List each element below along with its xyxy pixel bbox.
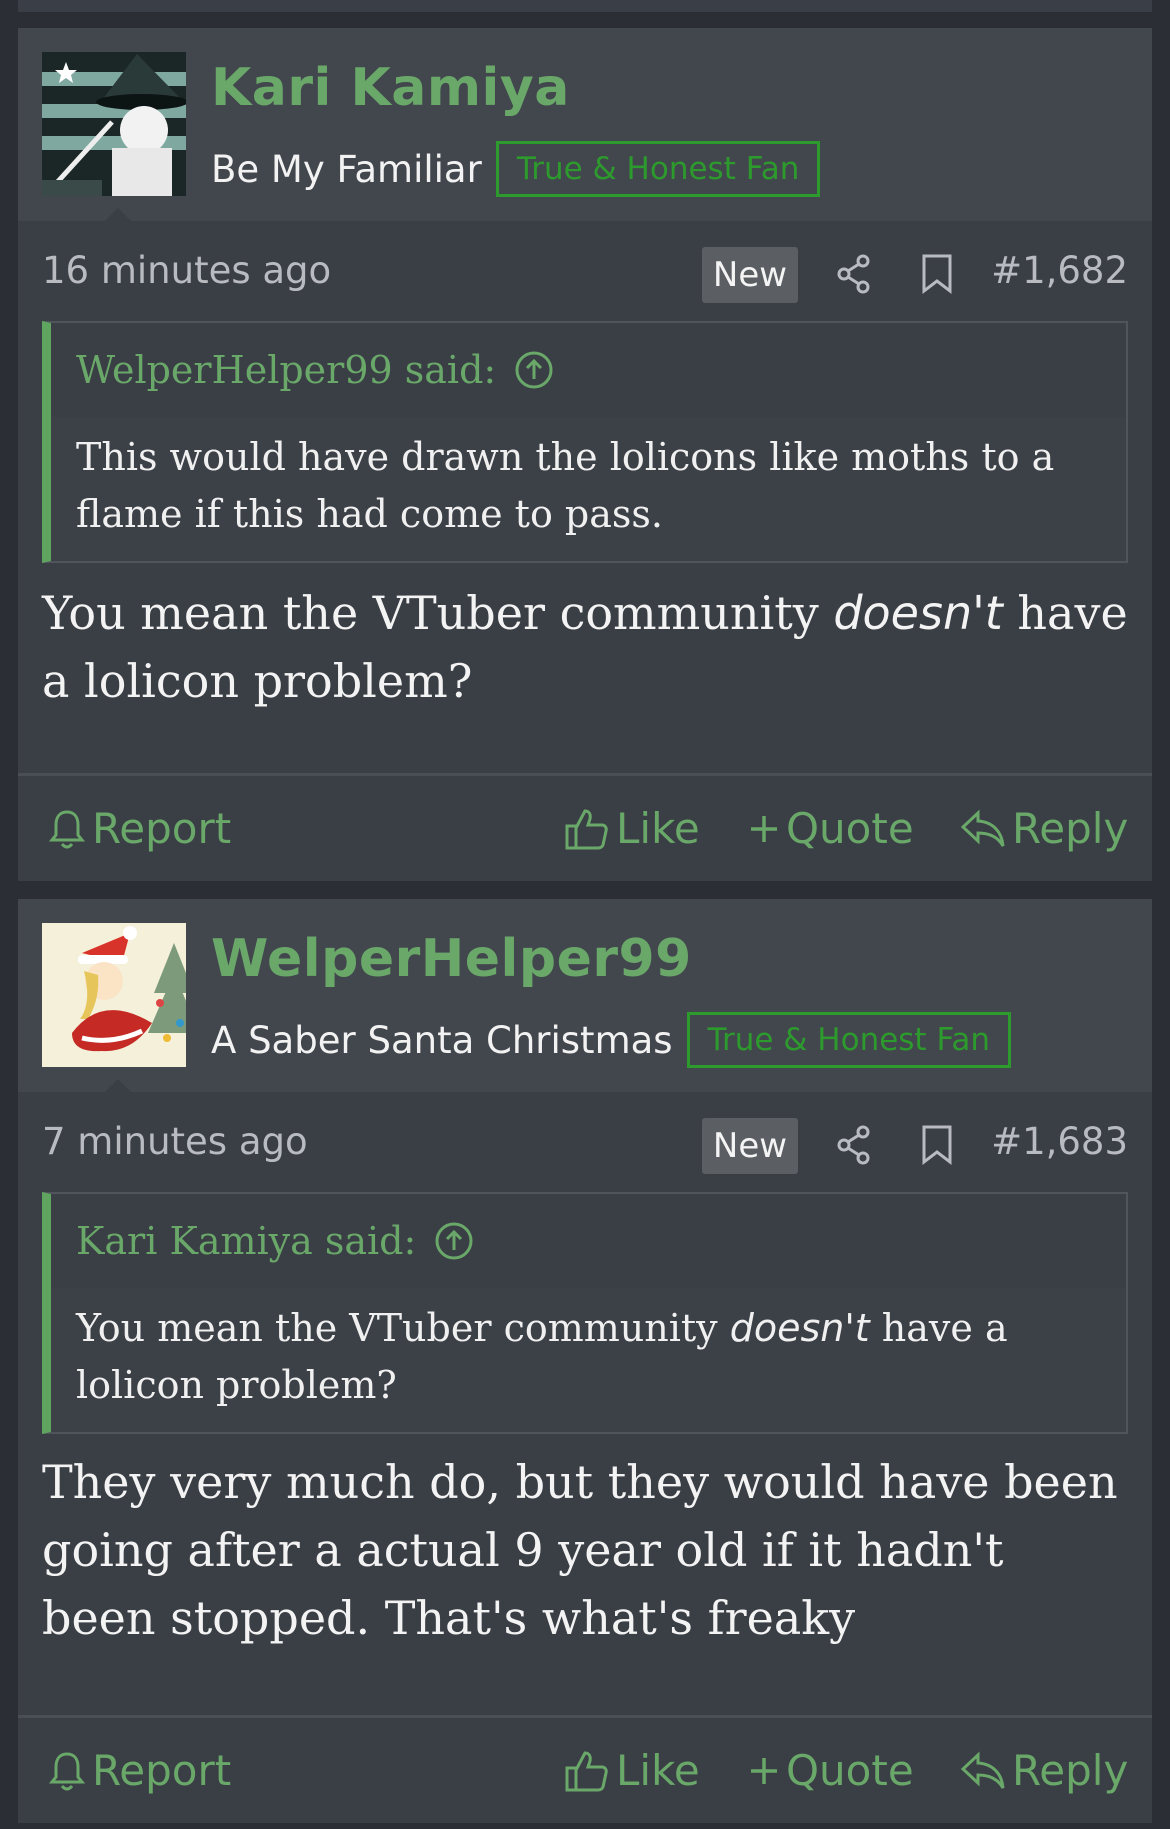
post-timestamp[interactable]: 16 minutes ago bbox=[42, 249, 331, 292]
user-title-row: Be My Familiar True & Honest Fan bbox=[211, 136, 821, 202]
header-pointer bbox=[104, 1079, 132, 1093]
avatar-image bbox=[42, 52, 186, 196]
quote-author-said: Kari Kamiya said: bbox=[76, 1219, 417, 1263]
post-header: Kari Kamiya Be My Familiar True & Honest… bbox=[18, 28, 1152, 222]
body-text-pre: You mean the VTuber community bbox=[42, 586, 834, 640]
like-button[interactable]: Like bbox=[564, 1718, 700, 1823]
quote-attribution[interactable]: Kari Kamiya said: bbox=[51, 1194, 1126, 1288]
quote-button[interactable]: Quote bbox=[748, 776, 914, 881]
bell-icon bbox=[48, 809, 86, 848]
post-actions: Report Like Quote Reply bbox=[18, 1715, 1152, 1823]
share-icon[interactable] bbox=[836, 1125, 872, 1169]
user-banner-badge: True & Honest Fan bbox=[495, 141, 821, 197]
reply-label: Reply bbox=[1012, 804, 1129, 853]
up-arrow-circle-icon[interactable] bbox=[434, 1221, 474, 1261]
post-meta-row: 7 minutes ago New #1,683 bbox=[18, 1092, 1152, 1192]
post-timestamp[interactable]: 7 minutes ago bbox=[42, 1120, 308, 1163]
plus-icon bbox=[751, 1757, 777, 1784]
like-label: Like bbox=[616, 1746, 700, 1795]
post-actions: Report Like Quote Reply bbox=[18, 773, 1152, 881]
post-body: You mean the VTuber community doesn't ha… bbox=[18, 563, 1152, 715]
user-title: Be My Familiar bbox=[211, 147, 482, 191]
like-button[interactable]: Like bbox=[564, 776, 700, 881]
report-button[interactable]: Report bbox=[48, 776, 231, 881]
like-label: Like bbox=[616, 804, 700, 853]
quote-line-2: flame if this had come to pass. bbox=[76, 492, 663, 536]
report-button[interactable]: Report bbox=[48, 1718, 231, 1823]
bookmark-icon[interactable] bbox=[921, 253, 953, 299]
avatar-image bbox=[42, 923, 186, 1067]
quote-attribution[interactable]: WelperHelper99 said: bbox=[51, 323, 1126, 417]
quote-text: You mean the VTuber community doesn't ha… bbox=[51, 1288, 1126, 1432]
quote-block: WelperHelper99 said: This would have dra… bbox=[42, 321, 1128, 563]
reply-arrow-icon bbox=[960, 1751, 1005, 1789]
post-number[interactable]: #1,683 bbox=[991, 1120, 1128, 1163]
quote-label: Quote bbox=[786, 1746, 914, 1795]
share-icon[interactable] bbox=[836, 254, 872, 298]
user-banner-badge: True & Honest Fan bbox=[686, 1012, 1012, 1068]
user-title: A Saber Santa Christmas bbox=[211, 1018, 673, 1062]
username[interactable]: Kari Kamiya bbox=[211, 58, 570, 118]
post-body: They very much do, but they would have b… bbox=[18, 1434, 1152, 1652]
reply-button[interactable]: Reply bbox=[960, 1718, 1128, 1823]
post-1682: Kari Kamiya Be My Familiar True & Honest… bbox=[18, 28, 1152, 881]
thumbs-up-icon bbox=[565, 1750, 608, 1791]
post-meta-row: 16 minutes ago New #1,682 bbox=[18, 221, 1152, 321]
quote-line-1: This would have drawn the lolicons like … bbox=[76, 435, 1055, 479]
reply-arrow-icon bbox=[960, 809, 1005, 847]
quote-label: Quote bbox=[786, 804, 914, 853]
user-title-row: A Saber Santa Christmas True & Honest Fa… bbox=[211, 1007, 1012, 1073]
quote-text: This would have drawn the lolicons like … bbox=[51, 417, 1126, 561]
quote-text-pre: You mean the VTuber community bbox=[76, 1306, 730, 1350]
quote-text-emphasis: doesn't bbox=[729, 1306, 870, 1350]
header-pointer bbox=[104, 208, 132, 222]
username[interactable]: WelperHelper99 bbox=[211, 929, 692, 989]
report-label: Report bbox=[92, 1746, 232, 1795]
body-text: They very much do, but they would have b… bbox=[42, 1455, 1118, 1645]
post-1683: WelperHelper99 A Saber Santa Christmas T… bbox=[18, 899, 1152, 1823]
up-arrow-circle-icon[interactable] bbox=[514, 350, 554, 390]
reply-label: Reply bbox=[1012, 1746, 1129, 1795]
report-label: Report bbox=[92, 804, 232, 853]
bell-icon bbox=[48, 1751, 86, 1790]
thumbs-up-icon bbox=[565, 808, 608, 849]
avatar-welperhelper99[interactable] bbox=[42, 923, 186, 1067]
quote-button[interactable]: Quote bbox=[748, 1718, 914, 1823]
reply-button[interactable]: Reply bbox=[960, 776, 1128, 881]
new-badge: New bbox=[702, 1118, 798, 1174]
quote-author-said: WelperHelper99 said: bbox=[76, 348, 497, 392]
bookmark-icon[interactable] bbox=[921, 1124, 953, 1170]
body-text-emphasis: doesn't bbox=[833, 586, 1003, 640]
post-header: WelperHelper99 A Saber Santa Christmas T… bbox=[18, 899, 1152, 1093]
post-number[interactable]: #1,682 bbox=[991, 249, 1128, 292]
plus-icon bbox=[751, 815, 777, 842]
new-badge: New bbox=[702, 247, 798, 303]
previous-post-edge bbox=[18, 0, 1152, 13]
quote-block: Kari Kamiya said: You mean the VTuber co… bbox=[42, 1192, 1128, 1434]
avatar-kari-kamiya[interactable] bbox=[42, 52, 186, 196]
